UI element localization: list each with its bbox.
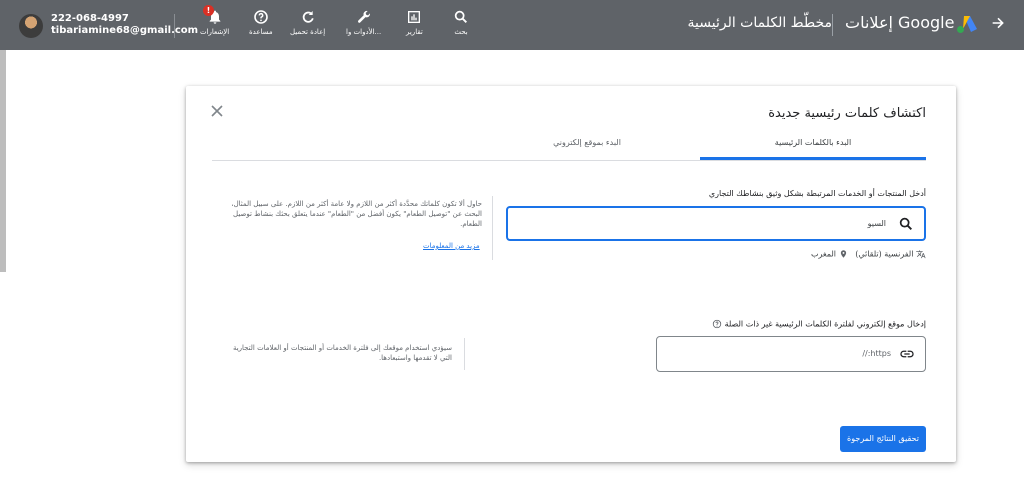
tip-divider <box>492 196 493 260</box>
targeting-settings[interactable]: الفرنسية (تلقائي) المغرب <box>811 249 926 259</box>
tab-start-with-website[interactable]: البدء بموقع إلكتروني <box>474 138 700 160</box>
brand-name: إعلانات Google <box>845 13 955 32</box>
google-ads-logo-icon <box>957 16 977 33</box>
wrench-icon <box>357 10 370 23</box>
help-icon[interactable] <box>712 319 722 329</box>
reload-label: إعادة تحميل <box>290 28 326 36</box>
tools-label: الأدوات وا... <box>346 28 382 36</box>
location-pin-icon <box>840 250 846 258</box>
search-button[interactable]: بحث <box>453 9 469 36</box>
reload-button[interactable]: إعادة تحميل <box>290 9 325 36</box>
reports-button[interactable]: تقارير <box>406 9 423 36</box>
dialog-title: اكتشاف كلمات رئيسية جديدة <box>768 106 926 121</box>
search-icon <box>899 217 912 230</box>
help-label: مساعدة <box>249 28 273 36</box>
keywords-label: أدخل المنتجات أو الخدمات المرتبطة بشكل و… <box>708 189 926 198</box>
learn-more-link[interactable]: مزيد من المعلومات <box>423 242 480 250</box>
refresh-icon <box>302 11 314 23</box>
toolbar-divider <box>174 14 175 38</box>
website-label-text: إدخال موقع إلكتروني لفلترة الكلمات الرئي… <box>724 319 926 329</box>
get-results-button[interactable]: تحقيق النتائج المرجوة <box>840 426 926 452</box>
keywords-input[interactable]: السيو <box>506 206 926 241</box>
account-email: tibariamine68@gmail.com <box>51 25 199 36</box>
notifications-badge: ! <box>203 5 214 16</box>
help-icon <box>254 10 268 24</box>
bar-chart-icon <box>408 11 421 23</box>
top-bar: 222-068-4997 tibariamine68@gmail.com ! ا… <box>0 0 1024 50</box>
website-tip-divider <box>464 338 465 370</box>
notifications-button[interactable]: ! الإشعارات <box>200 5 230 36</box>
close-icon[interactable] <box>210 104 224 118</box>
website-input[interactable]: https:// <box>656 336 926 372</box>
tools-button[interactable]: الأدوات وا... <box>346 9 381 36</box>
link-icon <box>900 350 914 358</box>
dialog-tabs: البدء بالكلمات الرئيسية البدء بموقع إلكت… <box>212 127 926 161</box>
arrow-forward-icon[interactable] <box>990 15 1006 31</box>
header-divider <box>832 14 833 36</box>
account-info[interactable]: 222-068-4997 tibariamine68@gmail.com <box>51 13 198 37</box>
language-setting: الفرنسية (تلقائي) <box>855 249 914 259</box>
page-scrollbar[interactable] <box>0 50 6 272</box>
website-tip: سيؤدي استخدام موقعك إلى فلترة الخدمات أو… <box>232 344 452 362</box>
keyword-discovery-dialog: اكتشاف كلمات رئيسية جديدة البدء بالكلمات… <box>186 86 956 462</box>
tab-start-with-keywords[interactable]: البدء بالكلمات الرئيسية <box>700 138 926 160</box>
avatar[interactable] <box>19 14 43 38</box>
website-input-placeholder: https:// <box>862 349 891 358</box>
page-title: مخطّط الكلمات الرئيسية <box>687 15 833 31</box>
search-label: بحث <box>454 28 468 36</box>
reports-label: تقارير <box>406 28 423 36</box>
search-icon <box>454 10 467 23</box>
keywords-input-value: السيو <box>867 219 886 228</box>
help-button[interactable]: مساعدة <box>249 9 273 36</box>
account-phone: 222-068-4997 <box>51 13 129 24</box>
translate-icon <box>916 250 926 259</box>
notifications-label: الإشعارات <box>200 28 230 36</box>
website-label: إدخال موقع إلكتروني لفلترة الكلمات الرئي… <box>712 319 926 329</box>
location-setting: المغرب <box>810 249 837 259</box>
keywords-tip: حاول ألا تكون كلماتك محدَّدة أكثر من الل… <box>231 200 482 228</box>
